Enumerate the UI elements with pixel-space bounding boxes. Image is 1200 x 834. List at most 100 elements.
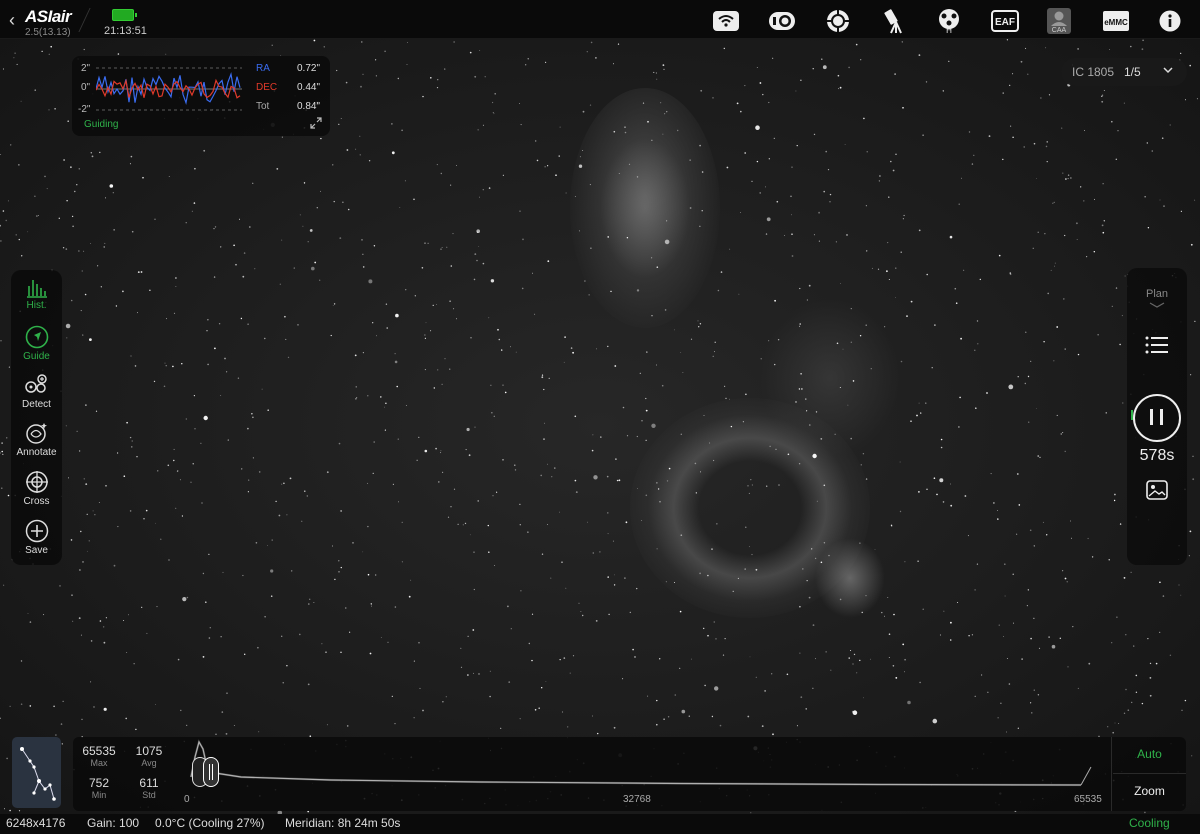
back-chevron-icon[interactable]: ‹ <box>9 10 15 31</box>
star <box>1071 537 1072 539</box>
pause-button[interactable] <box>1133 394 1181 442</box>
star <box>1144 811 1146 814</box>
tool-label: Save <box>25 545 48 556</box>
star <box>717 289 720 292</box>
tool-detect[interactable]: Detect <box>11 373 62 410</box>
star <box>7 494 10 497</box>
star <box>567 726 569 728</box>
star <box>332 305 334 306</box>
star <box>286 514 288 516</box>
expand-icon[interactable] <box>310 116 322 134</box>
star <box>1008 683 1011 685</box>
star <box>812 687 814 689</box>
star <box>473 551 475 553</box>
ra-label: RA <box>256 63 270 74</box>
star <box>6 437 8 439</box>
star <box>10 144 12 146</box>
wifi-icon[interactable] <box>713 9 739 33</box>
tool-histogram[interactable]: Hist. <box>11 276 62 311</box>
star <box>1111 642 1113 644</box>
telescope-icon[interactable] <box>884 9 908 34</box>
star <box>1052 202 1054 204</box>
star <box>618 173 620 174</box>
star <box>85 483 88 485</box>
star <box>613 726 616 729</box>
star <box>726 166 729 169</box>
star <box>20 703 23 705</box>
star <box>224 357 226 360</box>
star <box>1149 662 1152 665</box>
caa-icon[interactable]: CAA <box>1046 8 1072 34</box>
star <box>1194 199 1196 201</box>
stat-value: 752 <box>88 776 110 790</box>
info-icon[interactable] <box>1159 9 1181 33</box>
guide-graph-panel[interactable]: 2" 0" -2" RA 0.72" DEC 0.44" Tot 0.84" G… <box>72 56 330 136</box>
star <box>487 524 489 527</box>
star <box>645 494 648 497</box>
star <box>1094 198 1095 200</box>
camera-icon[interactable] <box>768 9 796 33</box>
tool-cross[interactable]: Cross <box>11 470 62 507</box>
star <box>469 51 472 54</box>
star <box>933 477 936 480</box>
star <box>1130 571 1132 573</box>
star <box>92 510 94 512</box>
star <box>225 733 228 735</box>
star <box>447 516 450 518</box>
star <box>653 71 655 73</box>
star <box>608 613 610 616</box>
star <box>493 415 495 417</box>
camera-gain: Gain: 100 <box>87 816 140 830</box>
star <box>214 347 216 350</box>
star <box>18 238 20 241</box>
star <box>368 279 373 284</box>
mount-icon[interactable] <box>826 9 850 33</box>
star <box>66 200 68 202</box>
star <box>740 110 742 113</box>
sky-image[interactable] <box>0 38 1200 814</box>
star <box>815 658 816 660</box>
star <box>668 467 671 470</box>
dec-label: DEC <box>256 82 278 93</box>
star <box>656 548 658 550</box>
star <box>590 41 593 44</box>
plan-toggle[interactable]: Plan <box>1127 288 1187 308</box>
star <box>663 718 665 720</box>
star <box>714 686 719 691</box>
constellation-minimap[interactable] <box>12 737 61 808</box>
star <box>520 590 522 592</box>
eaf-icon[interactable]: EAF <box>991 9 1019 33</box>
star <box>813 133 816 136</box>
star <box>469 534 471 536</box>
annotate-icon <box>25 423 47 444</box>
star <box>5 219 7 222</box>
star <box>791 166 793 168</box>
star <box>942 501 945 503</box>
star <box>907 700 911 705</box>
list-icon[interactable] <box>1145 335 1169 360</box>
star <box>950 621 952 624</box>
star <box>489 695 491 698</box>
auto-button[interactable]: Auto <box>1113 747 1186 761</box>
star <box>699 225 701 227</box>
tool-annotate[interactable]: Annotate <box>11 421 62 458</box>
zoom-button[interactable]: Zoom <box>1113 784 1186 798</box>
emmc-icon[interactable]: eMMC <box>1103 9 1129 33</box>
star <box>175 507 177 509</box>
star <box>510 346 511 348</box>
star <box>482 189 484 191</box>
star <box>703 627 705 630</box>
star <box>424 449 428 453</box>
tool-save[interactable]: Save <box>11 519 62 556</box>
tool-guide[interactable]: Guide <box>11 325 62 362</box>
star <box>303 182 306 184</box>
star <box>1184 699 1187 702</box>
star <box>502 384 504 386</box>
star <box>490 384 492 386</box>
image-gallery-icon[interactable] <box>1146 480 1168 505</box>
filter-wheel-icon[interactable]: H <box>936 9 962 34</box>
star <box>971 634 974 636</box>
star <box>435 447 437 450</box>
target-selector[interactable]: IC 1805 1/5 <box>1061 58 1187 86</box>
midtone-slider[interactable] <box>203 757 219 787</box>
